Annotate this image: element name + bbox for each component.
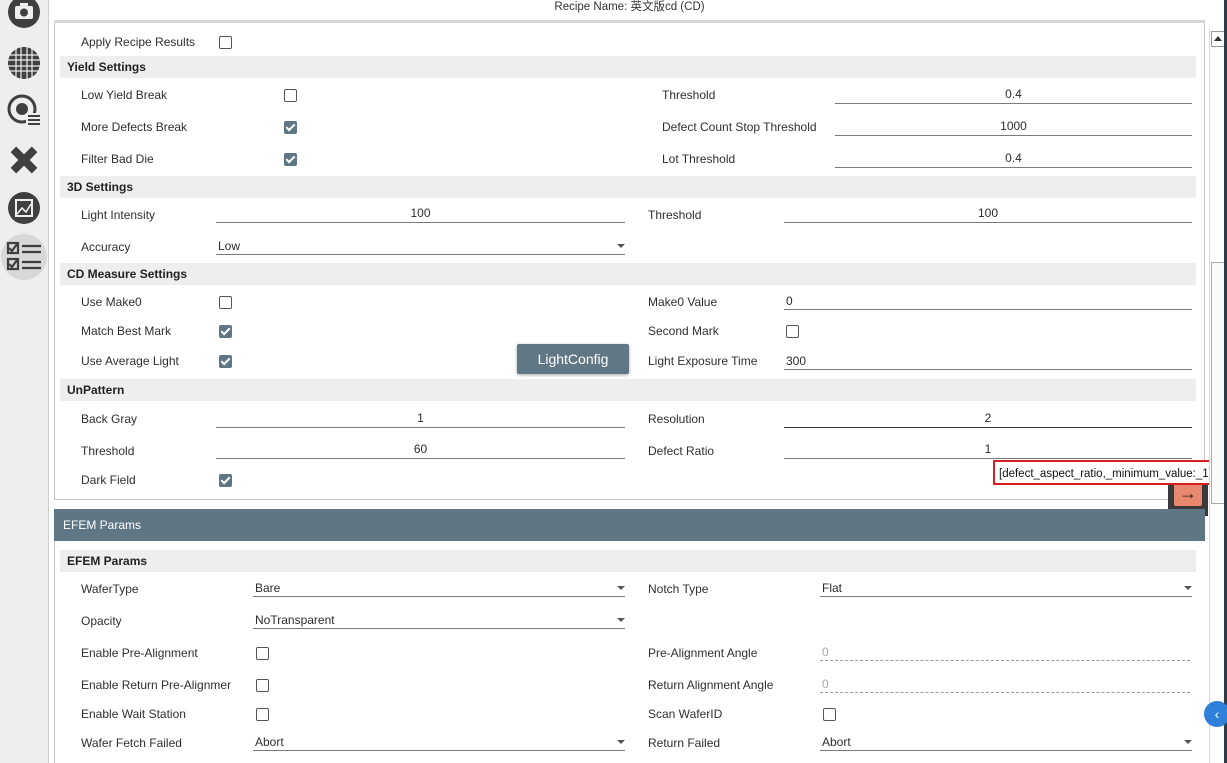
use-average-light-checkbox[interactable] [219, 355, 232, 368]
chevron-down-icon [617, 244, 625, 248]
match-best-mark-label: Match Best Mark [81, 324, 172, 338]
dark-field-label: Dark Field [81, 473, 136, 487]
unpattern-threshold-input[interactable]: 60 [216, 440, 625, 459]
defect-ratio-label: Defect Ratio [648, 444, 715, 458]
back-gray-input[interactable]: 1 [216, 409, 625, 428]
low-yield-break-label: Low Yield Break [81, 88, 168, 102]
light-config-button[interactable]: LightConfig [517, 344, 629, 374]
filter-bad-die-label: Filter Bad Die [81, 152, 154, 166]
defect-count-stop-threshold-label: Defect Count Stop Threshold [662, 120, 817, 134]
chevron-left-icon: ‹ [1214, 706, 1220, 722]
return-failed-dropdown[interactable]: Abort [820, 733, 1192, 751]
scan-wafer-id-checkbox[interactable] [823, 708, 836, 721]
use-average-light-label: Use Average Light [81, 354, 179, 368]
make0-value-label: Make0 Value [648, 295, 718, 309]
return-alignment-angle-label: Return Alignment Angle [648, 678, 774, 692]
enable-return-pre-alignment-checkbox[interactable] [256, 679, 269, 692]
filter-bad-die-checkbox[interactable] [284, 153, 297, 166]
chevron-down-icon [617, 740, 625, 744]
efem-params-bar[interactable]: EFEM Params [54, 509, 1205, 541]
yield-threshold-label: Threshold [662, 88, 716, 102]
chevron-down-icon [617, 586, 625, 590]
enable-wait-station-checkbox[interactable] [256, 708, 269, 721]
3d-threshold-input[interactable]: 100 [784, 204, 1192, 223]
opacity-value: NoTransparent [255, 613, 335, 627]
wafer-fetch-failed-label: Wafer Fetch Failed [81, 736, 182, 750]
yield-threshold-input[interactable]: 0.4 [835, 85, 1192, 104]
chevron-down-icon [617, 618, 625, 622]
defect-count-stop-threshold-input[interactable]: 1000 [835, 117, 1192, 136]
dark-field-checkbox[interactable] [219, 474, 232, 487]
opacity-dropdown[interactable]: NoTransparent [253, 611, 625, 629]
wafer-map-icon[interactable] [6, 45, 42, 81]
enable-wait-station-label: Enable Wait Station [81, 707, 186, 721]
use-make0-label: Use Make0 [81, 295, 142, 309]
collapse-panel-button[interactable]: ‹ [1204, 701, 1227, 727]
more-defects-break-checkbox[interactable] [284, 121, 297, 134]
accuracy-label: Accuracy [81, 240, 131, 254]
cd-measure-settings-header: CD Measure Settings [60, 263, 1196, 285]
defect-ratio-tooltip: [defect_aspect_ratio,_minimum_value:_1] [993, 460, 1220, 485]
checklist-icon[interactable] [1, 234, 47, 280]
pre-alignment-angle-label: Pre-Alignment Angle [648, 646, 758, 660]
resolution-input[interactable]: 2 [784, 409, 1192, 428]
scroll-up-button[interactable] [1211, 31, 1225, 47]
apply-recipe-results-label: Apply Recipe Results [81, 35, 196, 49]
notch-type-label: Notch Type [648, 582, 709, 596]
yield-settings-header: Yield Settings [60, 56, 1196, 78]
wafer-type-value: Bare [255, 581, 281, 595]
enable-return-pre-alignment-label: Enable Return Pre-Alignmer [81, 678, 232, 692]
light-exposure-time-label: Light Exposure Time [648, 354, 758, 368]
defect-ratio-input[interactable]: 1 [784, 440, 1192, 459]
wafer-fetch-failed-value: Abort [255, 735, 284, 749]
return-alignment-angle-input: 0 [820, 675, 1190, 693]
make0-value-input[interactable]: 0 [784, 292, 1192, 310]
chevron-down-icon [1184, 740, 1192, 744]
tools-icon[interactable] [6, 142, 42, 178]
lot-threshold-label: Lot Threshold [662, 152, 736, 166]
notch-type-value: Flat [822, 581, 843, 595]
camera-icon[interactable] [6, 0, 42, 30]
lot-threshold-input[interactable]: 0.4 [835, 149, 1192, 168]
chevron-down-icon [1184, 586, 1192, 590]
resolution-label: Resolution [648, 412, 705, 426]
return-failed-value: Abort [822, 735, 851, 749]
wafer-type-dropdown[interactable]: Bare [253, 579, 625, 597]
3d-threshold-label: Threshold [648, 208, 702, 222]
opacity-label: Opacity [81, 614, 122, 628]
accuracy-value: Low [218, 239, 241, 253]
light-intensity-label: Light Intensity [81, 208, 156, 222]
return-failed-label: Return Failed [648, 736, 721, 750]
apply-recipe-results-checkbox[interactable] [219, 36, 232, 49]
3d-settings-header: 3D Settings [60, 176, 1196, 198]
more-defects-break-label: More Defects Break [81, 120, 188, 134]
image-icon[interactable] [6, 190, 42, 226]
use-make0-checkbox[interactable] [219, 296, 232, 309]
pre-alignment-angle-input: 0 [820, 643, 1190, 661]
efem-params-header: EFEM Params [60, 550, 1196, 572]
wafer-list-icon[interactable] [6, 93, 42, 129]
match-best-mark-checkbox[interactable] [219, 325, 232, 338]
back-gray-label: Back Gray [81, 412, 138, 426]
notch-type-dropdown[interactable]: Flat [820, 579, 1192, 597]
scrollbar-thumb[interactable] [1211, 262, 1225, 504]
sidebar-rail [0, 0, 49, 763]
wafer-fetch-failed-dropdown[interactable]: Abort [253, 733, 625, 751]
light-exposure-time-input[interactable]: 300 [784, 352, 1192, 370]
second-mark-label: Second Mark [648, 324, 719, 338]
wafer-type-label: WaferType [81, 582, 139, 596]
low-yield-break-checkbox[interactable] [284, 89, 297, 102]
unpattern-header: UnPattern [60, 379, 1196, 401]
enable-pre-alignment-label: Enable Pre-Alignment [81, 646, 198, 660]
recipe-name-title: Recipe Name: 英文版cd (CD) [554, 1, 705, 13]
accuracy-dropdown[interactable]: Low [216, 237, 625, 255]
light-intensity-input[interactable]: 100 [216, 204, 625, 223]
unpattern-threshold-label: Threshold [81, 444, 135, 458]
second-mark-checkbox[interactable] [786, 325, 799, 338]
scan-wafer-id-label: Scan WaferID [648, 707, 723, 721]
enable-pre-alignment-checkbox[interactable] [256, 647, 269, 660]
